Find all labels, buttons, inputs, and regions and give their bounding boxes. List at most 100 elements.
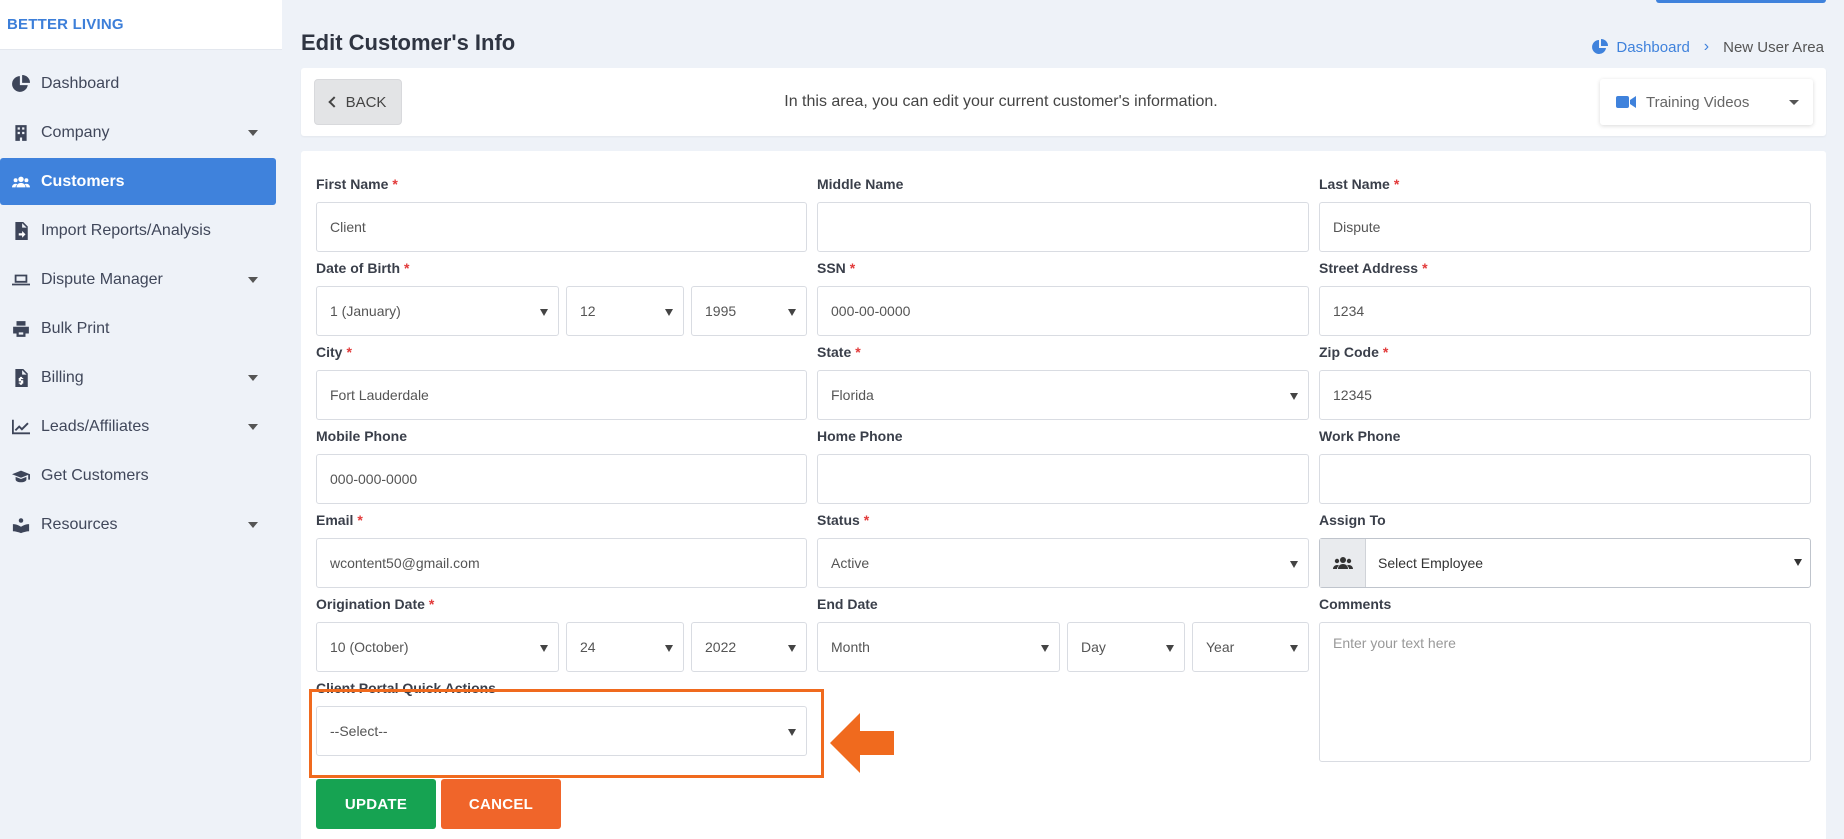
sidebar-item-label: Company [41,123,110,141]
first-name-group: First Name * Client [316,176,807,252]
mobile-phone-input[interactable]: 000-000-0000 [316,454,807,504]
sidebar-item-import-reports[interactable]: Import Reports/Analysis [0,207,276,254]
city-input[interactable]: Fort Lauderdale [316,370,807,420]
origination-year-select[interactable]: 2022 [691,622,807,672]
highlight-box [309,689,824,778]
origination-day-select[interactable]: 24 [566,622,684,672]
chevron-down-icon [248,522,258,528]
chevron-down-icon [248,424,258,430]
back-button[interactable]: BACK [314,79,402,125]
breadcrumb: Dashboard › New User Area [1592,38,1824,56]
assign-group: Assign To Select Employee [1319,512,1811,588]
sidebar-item-resources[interactable]: Resources [0,501,276,548]
end-day-select[interactable]: Day [1067,622,1185,672]
sidebar-item-label: Leads/Affiliates [41,417,150,435]
email-input[interactable]: wcontent50@gmail.com [316,538,807,588]
work-phone-input[interactable] [1319,454,1811,504]
sidebar-item-label: Resources [41,515,118,533]
end-year-select[interactable]: Year [1192,622,1309,672]
zip-input[interactable]: 12345 [1319,370,1811,420]
chevron-left-icon [327,96,340,108]
required-mark: * [392,176,398,192]
end-month-select[interactable]: Month [817,622,1060,672]
assign-to-select[interactable]: Select Employee [1319,538,1811,588]
sidebar-item-company[interactable]: Company [0,109,276,156]
mobile-group: Mobile Phone 000-000-0000 [316,428,807,504]
street-input[interactable]: 1234 [1319,286,1811,336]
update-button[interactable]: UPDATE [316,779,436,829]
building-icon [10,124,32,142]
sidebar-item-dashboard[interactable]: Dashboard [0,60,276,107]
invoice-icon [10,368,32,387]
assign-label: Assign To [1319,512,1386,528]
printer-icon [10,320,32,338]
work-phone-label: Work Phone [1319,428,1401,444]
dob-day-select[interactable]: 12 [566,286,684,336]
end-date-label: End Date [817,596,878,612]
graduation-cap-icon [10,467,32,485]
customer-form: First Name * Client Middle Name Last Name… [301,151,1826,839]
required-mark: * [1393,176,1400,192]
middle-name-label: Middle Name [817,176,904,192]
info-text: In this area, you can edit your current … [784,93,1218,110]
chevron-right-icon: › [1703,38,1710,55]
video-camera-icon [1615,95,1636,109]
sidebar-item-get-customers[interactable]: Get Customers [0,452,276,499]
dob-month-select[interactable]: 1 (January) [316,286,559,336]
page-header: Edit Customer's Info Dashboard › New Use… [301,0,1826,68]
end-date-group: End Date Month Day Year [817,596,1309,672]
home-phone-group: Home Phone [817,428,1309,504]
sidebar-item-label: Bulk Print [41,319,110,337]
back-button-label: BACK [345,93,387,111]
sidebar-item-dispute-manager[interactable]: Dispute Manager [0,256,276,303]
street-group: Street Address * 1234 [1319,260,1811,336]
arrow-left-icon [830,713,894,773]
status-select[interactable]: Active [817,538,1309,588]
breadcrumb-home[interactable]: Dashboard [1592,39,1690,56]
city-label: City [316,344,343,360]
training-videos-dropdown[interactable]: Training Videos [1599,79,1813,125]
required-mark: * [404,260,410,276]
training-videos-label: Training Videos [1645,93,1750,111]
work-phone-group: Work Phone [1319,428,1811,504]
dob-label: Date of Birth [316,260,400,276]
first-name-label: First Name [316,176,389,192]
users-icon [10,173,32,191]
required-mark: * [855,344,861,360]
comments-label: Comments [1319,596,1392,612]
state-group: State * Florida [817,344,1309,420]
first-name-input[interactable]: Client [316,202,807,252]
dob-year-select[interactable]: 1995 [691,286,807,336]
required-mark: * [863,512,870,528]
sidebar-item-label: Dashboard [41,74,120,92]
sidebar-item-billing[interactable]: Billing [0,354,276,401]
dob-group: Date of Birth * 1 (January) 12 1995 [316,260,807,336]
ssn-label: SSN [817,260,846,276]
chevron-down-icon [1788,100,1799,105]
file-import-icon [10,221,32,240]
state-label: State [817,344,852,360]
sidebar-item-label: Billing [41,368,84,386]
sidebar-item-leads-affiliates[interactable]: Leads/Affiliates [0,403,276,450]
city-group: City * Fort Lauderdale [316,344,807,420]
sidebar-item-customers[interactable]: Customers [0,158,276,205]
cancel-button[interactable]: CANCEL [441,779,561,829]
users-icon [1320,539,1366,587]
origination-month-select[interactable]: 10 (October) [316,622,559,672]
required-mark: * [346,344,352,360]
middle-name-input[interactable] [817,202,1309,252]
comments-textarea[interactable]: Enter your text here [1319,622,1811,762]
home-phone-input[interactable] [817,454,1309,504]
sidebar-item-label: Dispute Manager [41,270,163,288]
zip-group: Zip Code * 12345 [1319,344,1811,420]
sidebar: BETTER LIVING Dashboard Company Customer… [0,0,282,839]
sidebar-item-bulk-print[interactable]: Bulk Print [0,305,276,352]
last-name-input[interactable]: Dispute [1319,202,1811,252]
required-mark: * [357,512,363,528]
line-chart-icon [10,418,32,436]
state-select[interactable]: Florida [817,370,1309,420]
required-mark: * [1382,344,1389,360]
origination-label: Origination Date [316,596,425,612]
brand-logo[interactable]: BETTER LIVING [0,0,282,50]
ssn-input[interactable]: 000-00-0000 [817,286,1309,336]
